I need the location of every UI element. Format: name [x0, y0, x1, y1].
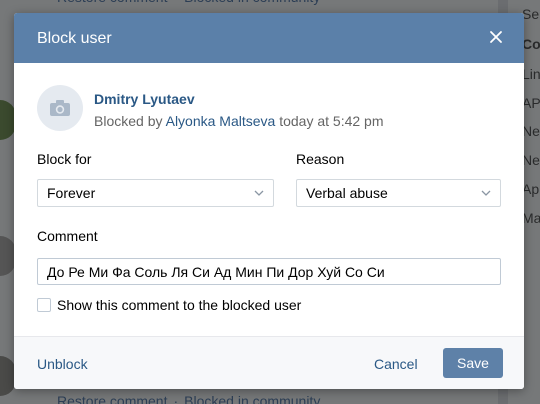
block-for-value: Forever: [47, 185, 96, 201]
comment-label: Comment: [37, 228, 98, 244]
unblock-button[interactable]: Unblock: [37, 356, 88, 372]
camera-icon[interactable]: [37, 85, 83, 131]
separator-dot: ·: [173, 0, 178, 5]
chevron-down-icon: [254, 190, 264, 196]
background-sidebar-item: Se: [522, 6, 540, 22]
background-sidebar-item: AP: [522, 95, 540, 111]
show-comment-label[interactable]: Show this comment to the blocked user: [57, 297, 301, 313]
dialog-footer: Unblock Cancel Save: [14, 336, 524, 389]
dialog-header: Block user: [14, 13, 524, 63]
show-comment-checkbox[interactable]: [37, 298, 51, 312]
comment-input[interactable]: До Ре Ми Фа Соль Ля Си Ад Мин Пи Дор Хуй…: [37, 258, 501, 285]
block-user-dialog: Block user Dmitry Lyutaev Blocked by Aly…: [14, 13, 524, 389]
background-sidebar-item: Ma: [522, 210, 540, 226]
dialog-title: Block user: [37, 30, 112, 47]
blocked-by-prefix: Blocked by: [94, 113, 163, 129]
reason-value: Verbal abuse: [306, 185, 388, 201]
user-name-link[interactable]: Dmitry Lyutaev: [94, 91, 195, 107]
restore-comment-link: Restore comment: [57, 393, 168, 404]
blocked-in-community-link: Blocked in community: [184, 393, 321, 404]
block-for-select[interactable]: Forever: [37, 179, 274, 207]
restore-comment-link: Restore comment: [57, 0, 167, 5]
background-link-row-top: Restore comment · Blocked in community: [57, 0, 320, 5]
background-sidebar-item: Ne: [522, 152, 540, 168]
blocked-time: today at 5:42 pm: [279, 113, 384, 129]
save-button[interactable]: Save: [443, 348, 503, 378]
background-sidebar-item: Ap: [522, 181, 540, 197]
cancel-button[interactable]: Cancel: [374, 356, 418, 372]
separator-dot: ·: [173, 393, 179, 404]
reason-label: Reason: [296, 151, 345, 167]
background-link-row-bottom: Restore comment · Blocked in community: [57, 393, 320, 404]
background-sidebar-item: Lin: [522, 66, 540, 82]
background-sidebar-item: Co: [522, 36, 540, 52]
chevron-down-icon: [481, 190, 491, 196]
background-sidebar-item: Ne: [522, 123, 540, 139]
blocker-name-link[interactable]: Alyonka Maltseva: [166, 113, 276, 129]
reason-select[interactable]: Verbal abuse: [296, 179, 501, 207]
blocked-in-community-link: Blocked in community: [184, 0, 320, 5]
block-for-label: Block for: [37, 151, 92, 167]
close-icon[interactable]: [486, 27, 506, 47]
blocked-by-line: Blocked by Alyonka Maltseva today at 5:4…: [94, 113, 384, 129]
